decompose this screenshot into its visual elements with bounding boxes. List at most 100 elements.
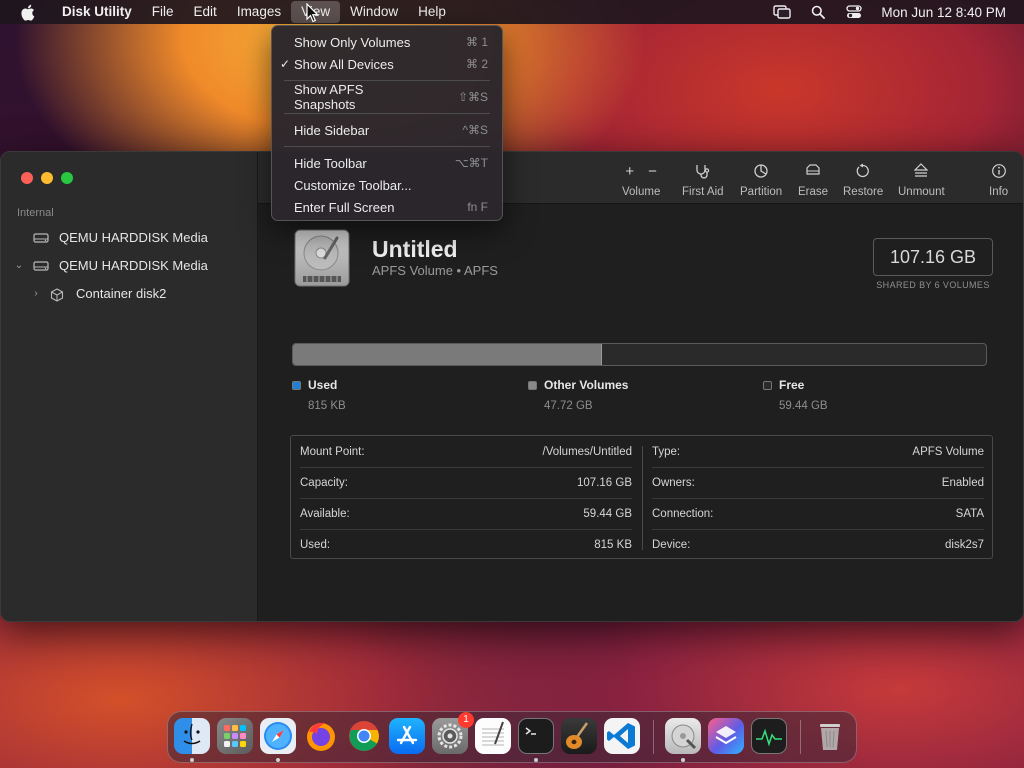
- legend-free: Free 59.44 GB: [763, 378, 828, 412]
- sidebar: Internal QEMU HARDDISK Media ⌄ QEMU HARD…: [1, 152, 258, 621]
- sidebar-item-label: QEMU HARDDISK Media: [59, 258, 208, 273]
- chrome-icon[interactable]: [346, 718, 382, 754]
- table-row: Mount Point:/Volumes/Untitled: [300, 445, 632, 458]
- restore-label: Restore: [843, 186, 884, 198]
- menu-images[interactable]: Images: [227, 1, 291, 23]
- zoom-window-button[interactable]: [61, 172, 73, 184]
- close-window-button[interactable]: [21, 172, 33, 184]
- dock: 1: [167, 711, 857, 763]
- menu-separator: [284, 113, 490, 114]
- screen-mirroring-icon[interactable]: [773, 4, 792, 20]
- main-content: + − Volume First Aid Partition Erase Res…: [258, 152, 1023, 621]
- table-row: Capacity: 107.16 GB: [300, 476, 632, 489]
- minus-icon[interactable]: −: [648, 163, 657, 180]
- disk-utility-icon[interactable]: [665, 718, 701, 754]
- menu-item-customize-toolbar[interactable]: Customize Toolbar...: [272, 174, 502, 196]
- activity-monitor-icon[interactable]: [751, 718, 787, 754]
- menu-item-hide-sidebar[interactable]: Hide Sidebar ^⌘S: [272, 119, 502, 141]
- textedit-icon[interactable]: [475, 718, 511, 754]
- finder-icon[interactable]: [174, 718, 210, 754]
- info-button[interactable]: Info: [989, 162, 1008, 198]
- control-center-icon[interactable]: [845, 4, 863, 20]
- view-menu-dropdown: Show Only Volumes ⌘ 1 ✓ Show All Devices…: [271, 25, 503, 221]
- table-row: Available: 59.44 GB: [300, 507, 632, 520]
- menu-item-show-only-volumes[interactable]: Show Only Volumes ⌘ 1: [272, 31, 502, 53]
- legend-value: 59.44 GB: [779, 400, 828, 412]
- menu-app-name[interactable]: Disk Utility: [52, 1, 142, 23]
- chevron-right-icon[interactable]: ›: [30, 288, 42, 299]
- legend-swatch: [528, 380, 537, 390]
- legend-swatch: [292, 380, 301, 390]
- spotlight-search-icon[interactable]: [809, 4, 827, 20]
- trash-icon[interactable]: [812, 718, 848, 754]
- system-settings-icon[interactable]: 1: [432, 712, 474, 754]
- info-icon: [991, 162, 1007, 180]
- safari-icon[interactable]: [260, 718, 296, 754]
- table-row: Owners: Enabled: [652, 476, 984, 489]
- erase-disk-icon: [804, 162, 822, 180]
- menu-edit[interactable]: Edit: [184, 1, 227, 23]
- vscode-icon[interactable]: [604, 718, 640, 754]
- table-row: Connection: SATA: [652, 507, 984, 520]
- usage-bar: [292, 343, 987, 366]
- volume-subtitle: APFS Volume • APFS: [372, 263, 498, 278]
- menu-item-enter-full-screen[interactable]: Enter Full Screen fn F: [272, 196, 502, 218]
- menu-item-show-apfs-snapshots[interactable]: Show APFS Snapshots ⇧⌘S: [272, 82, 502, 112]
- sidebar-item-disk-2[interactable]: ⌄ QEMU HARDDISK Media: [13, 258, 208, 273]
- window-controls: [21, 172, 73, 184]
- shortcuts-icon[interactable]: [708, 718, 744, 754]
- erase-label: Erase: [798, 186, 829, 198]
- partition-pie-icon: [753, 162, 769, 180]
- menu-bar-clock[interactable]: Mon Jun 12 8:40 PM: [881, 5, 1006, 20]
- volume-info-table: Mount Point:/Volumes/Untitled Capacity: 1…: [290, 435, 993, 559]
- volume-button[interactable]: + − Volume: [622, 162, 661, 199]
- menu-item-hide-toolbar[interactable]: Hide Toolbar ⌥⌘T: [272, 152, 502, 174]
- legend-used: Used 815 KB: [292, 378, 346, 412]
- hard-disk-icon: [33, 232, 51, 244]
- capacity-shared-note: SHARED BY 6 VOLUMES: [876, 280, 990, 290]
- minimize-window-button[interactable]: [41, 172, 53, 184]
- eject-icon: [914, 162, 929, 180]
- checkmark-icon: ✓: [280, 57, 291, 71]
- plus-icon[interactable]: +: [625, 163, 634, 180]
- table-row: Device: disk2s7: [652, 538, 984, 551]
- apple-icon[interactable]: [18, 3, 36, 21]
- volume-label: Volume: [622, 186, 661, 198]
- menu-separator: [284, 80, 490, 81]
- terminal-icon[interactable]: [518, 718, 554, 754]
- sidebar-item-container-disk2[interactable]: › Container disk2: [30, 286, 167, 302]
- sidebar-section-internal: Internal: [17, 207, 54, 219]
- restore-arrow-icon: [855, 162, 871, 180]
- menu-file[interactable]: File: [142, 1, 184, 23]
- garageband-icon[interactable]: [561, 718, 597, 754]
- chevron-down-icon[interactable]: ⌄: [13, 260, 25, 271]
- usage-bar-fill: [293, 344, 603, 365]
- erase-button[interactable]: Erase: [798, 162, 828, 198]
- first-aid-button[interactable]: First Aid: [682, 162, 724, 198]
- container-cube-icon: [50, 287, 68, 302]
- menu-separator: [284, 146, 490, 147]
- hard-disk-icon: [33, 260, 51, 272]
- disk-utility-window: Internal QEMU HARDDISK Media ⌄ QEMU HARD…: [0, 151, 1024, 622]
- launchpad-icon[interactable]: [217, 718, 253, 754]
- sidebar-item-label: Container disk2: [76, 286, 167, 301]
- legend-swatch: [763, 380, 772, 390]
- sidebar-item-disk-1[interactable]: QEMU HARDDISK Media: [21, 230, 208, 245]
- volume-name: Untitled: [372, 236, 458, 262]
- legend-other-volumes: Other Volumes 47.72 GB: [528, 378, 628, 412]
- restore-button[interactable]: Restore: [843, 162, 883, 198]
- app-store-icon[interactable]: [389, 718, 425, 754]
- legend-label: Used: [308, 378, 338, 392]
- unmount-label: Unmount: [898, 186, 945, 198]
- firefox-icon[interactable]: [303, 718, 339, 754]
- legend-label: Other Volumes: [544, 378, 629, 392]
- info-label: Info: [989, 186, 1009, 198]
- unmount-button[interactable]: Unmount: [898, 162, 945, 198]
- stethoscope-icon: [694, 162, 712, 180]
- partition-button[interactable]: Partition: [740, 162, 782, 198]
- table-row: Type: APFS Volume: [652, 445, 984, 458]
- menu-item-show-all-devices[interactable]: ✓ Show All Devices ⌘ 2: [272, 53, 502, 75]
- capacity-box: 107.16 GB: [873, 238, 993, 276]
- menu-help[interactable]: Help: [408, 1, 456, 23]
- menu-window[interactable]: Window: [340, 1, 408, 23]
